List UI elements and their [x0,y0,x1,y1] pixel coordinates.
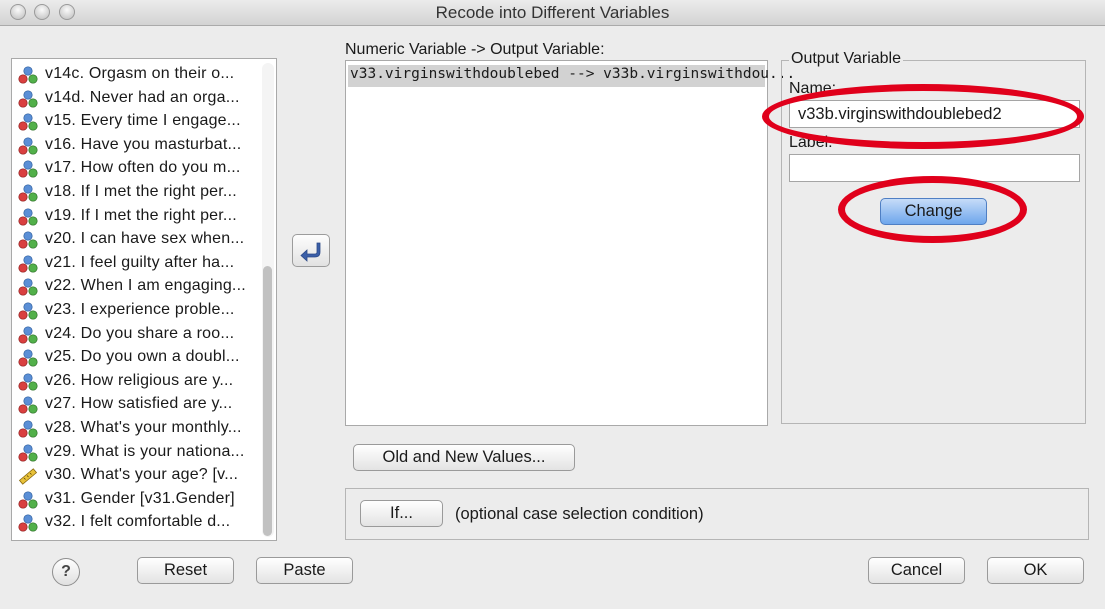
variable-label: v16. Have you masturbat... [45,135,242,153]
nominal-variable-icon [18,137,38,155]
variable-label: v27. How satisfied are y... [45,395,233,413]
output-variable-legend: Output Variable [789,50,903,68]
variable-list-item[interactable]: v15. Every time I engage... [18,110,263,134]
nominal-variable-icon [18,491,38,509]
variable-label: v32. I felt comfortable d... [45,513,231,531]
variable-label: v29. What is your nationa... [45,442,245,460]
variable-list-item[interactable]: v32. I felt comfortable d... [18,511,263,535]
paste-button[interactable]: Paste [256,557,353,584]
variable-label: v22. When I am engaging... [45,277,246,295]
variable-label: v26. How religious are y... [45,371,234,389]
variable-list[interactable]: v32. I felt comfortable d... v31. Gender … [11,58,277,541]
variable-label: v19. If I met the right per... [45,206,237,224]
variable-label: v21. I feel guilty after ha... [45,253,235,271]
nominal-variable-icon [18,90,38,108]
variable-list-item[interactable]: v30. What's your age? [v... [18,464,263,488]
nominal-variable-icon [18,208,38,226]
title-bar: Recode into Different Variables [0,0,1105,26]
mapping-row[interactable]: v33.virginswithdoublebed --> v33b.virgin… [348,65,795,87]
if-note: (optional case selection condition) [455,505,704,523]
if-button[interactable]: If... [360,500,443,527]
arrow-left-icon [300,242,321,262]
variable-list-item[interactable]: v24. Do you share a roo... [18,323,263,347]
variable-list-item[interactable]: v17. How often do you m... [18,157,263,181]
variable-list-item[interactable]: v20. I can have sex when... [18,228,263,252]
variable-list-item[interactable]: v18. If I met the right per... [18,181,263,205]
variable-label: v15. Every time I engage... [45,112,241,130]
reset-button[interactable]: Reset [137,557,234,584]
variable-label: v14c. Orgasm on their o... [45,65,235,82]
variable-label: v17. How often do you m... [45,159,241,177]
name-highlight-ellipse [762,84,1084,149]
variable-label: v28. What's your monthly... [45,419,242,436]
variable-list-item[interactable]: v14c. Orgasm on their o... [18,63,263,87]
nominal-variable-icon [18,514,38,532]
nominal-variable-icon [18,231,38,249]
variable-list-item[interactable]: v29. What is your nationa... [18,441,263,465]
cancel-button[interactable]: Cancel [868,557,965,584]
move-variable-button[interactable] [292,234,330,267]
variable-list-item[interactable]: v31. Gender [v31.Gender] [18,488,263,512]
variable-label: v18. If I met the right per... [45,183,237,200]
variable-list-item[interactable]: v21. I feel guilty after ha... [18,252,263,276]
nominal-variable-icon [18,66,38,84]
nominal-variable-icon [18,184,38,202]
help-button[interactable]: ? [52,558,80,586]
window-title: Recode into Different Variables [435,3,670,22]
nominal-variable-icon [18,113,38,131]
nominal-variable-icon [18,278,38,296]
change-highlight-ellipse [838,176,1027,243]
variable-list-item[interactable]: v14d. Never had an orga... [18,87,263,111]
nominal-variable-icon [18,326,38,344]
old-and-new-values-button[interactable]: Old and New Values... [353,444,575,471]
variable-label: v25. Do you own a doubl... [45,348,240,366]
variable-list-item[interactable]: v25. Do you own a doubl... [18,346,263,370]
mapping-list[interactable]: v33.virginswithdoublebed --> v33b.virgin… [345,60,795,426]
variable-list-item[interactable]: v23. I experience proble... [18,299,263,323]
variable-list-item[interactable]: v16. Have you masturbat... [18,134,263,158]
variable-list-item[interactable]: v22. When I am engaging... [18,275,263,299]
variable-label: v24. Do you share a roo... [45,324,235,342]
nominal-variable-icon [18,302,38,320]
nominal-variable-icon [18,420,38,438]
nominal-variable-icon [18,444,38,462]
mapping-row-text: v33.virginswithdoublebed --> v33b.virgin… [350,66,796,82]
ok-button[interactable]: OK [987,557,1084,584]
variable-label: v20. I can have sex when... [45,230,245,248]
variable-label: v30. What's your age? [v... [45,466,239,484]
nominal-variable-icon [18,349,38,367]
nominal-variable-icon [18,396,38,414]
variable-label: v31. Gender [v31.Gender] [45,489,235,507]
scrollbar-thumb[interactable] [263,266,272,536]
variable-list-item[interactable]: v28. What's your monthly... [18,417,263,441]
scale-ruler-icon [18,468,38,485]
variable-list-item[interactable]: v27. How satisfied are y... [18,393,263,417]
nominal-variable-icon [18,373,38,391]
variable-label: v14d. Never had an orga... [45,88,240,106]
variable-label: v23. I experience proble... [45,301,235,318]
nominal-variable-icon [18,160,38,178]
mapping-header: Numeric Variable -> Output Variable: [345,41,605,58]
variable-list-item[interactable]: v19. If I met the right per... [18,205,263,229]
variable-list-item[interactable]: v26. How religious are y... [18,370,263,394]
nominal-variable-icon [18,255,38,273]
